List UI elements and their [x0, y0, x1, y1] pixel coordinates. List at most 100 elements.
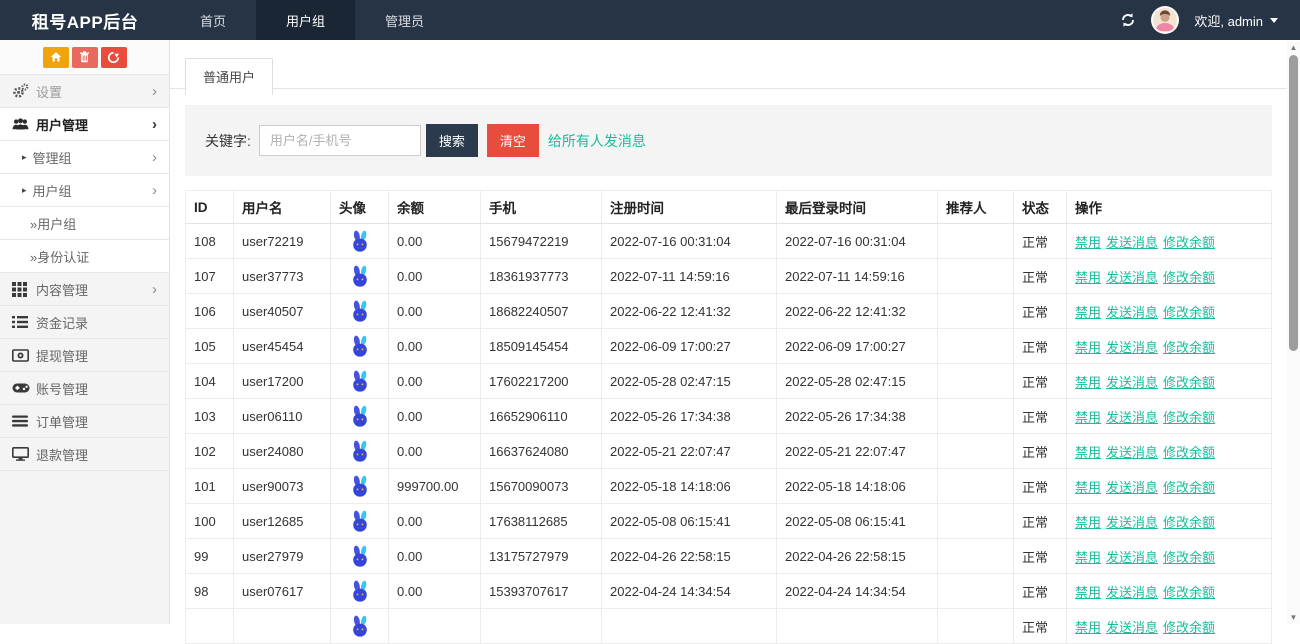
rabbit-avatar[interactable]	[349, 407, 371, 422]
modify-balance-link[interactable]: 修改余额	[1163, 340, 1215, 355]
sidebar-item-user-group-sub[interactable]: »用户组	[0, 207, 169, 240]
table-row: 99user279790.00131757279792022-04-26 22:…	[186, 539, 1272, 574]
vertical-scrollbar[interactable]: ▲ ▼	[1287, 41, 1300, 624]
rabbit-avatar[interactable]	[349, 512, 371, 527]
send-message-link[interactable]: 发送消息	[1106, 305, 1158, 320]
send-message-link[interactable]: 发送消息	[1106, 235, 1158, 250]
scroll-up-arrow[interactable]: ▲	[1287, 41, 1300, 54]
user-avatar[interactable]	[1151, 6, 1179, 34]
disable-link[interactable]: 禁用	[1075, 585, 1101, 600]
modify-balance-link[interactable]: 修改余额	[1163, 585, 1215, 600]
table-row: 98user076170.00153937076172022-04-24 14:…	[186, 574, 1272, 609]
sidebar-item-user-group[interactable]: ▸用户组›	[0, 174, 169, 207]
search-input[interactable]	[259, 125, 421, 156]
rabbit-avatar[interactable]	[349, 232, 371, 247]
modify-balance-link[interactable]: 修改余额	[1163, 620, 1215, 635]
cell-avatar	[331, 399, 389, 434]
disable-link[interactable]: 禁用	[1075, 515, 1101, 530]
rabbit-avatar[interactable]	[349, 442, 371, 457]
rabbit-avatar[interactable]	[349, 337, 371, 352]
sidebar-item-fund-records[interactable]: 资金记录	[0, 306, 169, 339]
disable-link[interactable]: 禁用	[1075, 340, 1101, 355]
modify-balance-link[interactable]: 修改余额	[1163, 550, 1215, 565]
welcome-text[interactable]: 欢迎, admin	[1194, 11, 1278, 30]
users-table-wrap: ID用户名头像余额手机注册时间最后登录时间推荐人状态操作 108user7221…	[185, 190, 1272, 644]
sidebar-item-withdrawal-management[interactable]: 提现管理	[0, 339, 169, 372]
modify-balance-link[interactable]: 修改余额	[1163, 270, 1215, 285]
rabbit-avatar[interactable]	[349, 267, 371, 282]
rabbit-avatar[interactable]	[349, 302, 371, 317]
sidebar-item-content-management[interactable]: 内容管理›	[0, 273, 169, 306]
cell-ops: 禁用发送消息修改余额	[1067, 329, 1272, 364]
disable-link[interactable]: 禁用	[1075, 410, 1101, 425]
disable-link[interactable]: 禁用	[1075, 270, 1101, 285]
broadcast-message-link[interactable]: 给所有人发消息	[548, 131, 646, 151]
chevron-right-icon: ›	[152, 117, 157, 132]
send-message-link[interactable]: 发送消息	[1106, 515, 1158, 530]
tab-normal-users[interactable]: 普通用户	[185, 58, 273, 95]
sidebar-item-refund-management[interactable]: 退款管理	[0, 438, 169, 471]
cell-username: user07617	[234, 574, 331, 609]
modify-balance-link[interactable]: 修改余额	[1163, 410, 1215, 425]
recycle-icon[interactable]	[101, 47, 127, 68]
scrollbar-thumb[interactable]	[1289, 55, 1298, 351]
modify-balance-link[interactable]: 修改余额	[1163, 235, 1215, 250]
scroll-down-arrow[interactable]: ▼	[1287, 611, 1300, 624]
chevron-down-icon	[1270, 18, 1278, 23]
rabbit-avatar[interactable]	[349, 547, 371, 562]
send-message-link[interactable]: 发送消息	[1106, 270, 1158, 285]
modify-balance-link[interactable]: 修改余额	[1163, 445, 1215, 460]
disable-link[interactable]: 禁用	[1075, 550, 1101, 565]
send-message-link[interactable]: 发送消息	[1106, 480, 1158, 495]
modify-balance-link[interactable]: 修改余额	[1163, 480, 1215, 495]
nav-tab-administrator[interactable]: 管理员	[355, 0, 454, 40]
sidebar: 设置›用户管理›▸管理组›▸用户组› »用户组 »身份认证内容管理›资金记录提现管理…	[0, 40, 170, 624]
disable-link[interactable]: 禁用	[1075, 620, 1101, 635]
nav-tab-user-group[interactable]: 用户组	[256, 0, 355, 40]
modify-balance-link[interactable]: 修改余额	[1163, 305, 1215, 320]
chevron-right-icon: ›	[152, 282, 157, 297]
table-row: 105user454540.00185091454542022-06-09 17…	[186, 329, 1272, 364]
modify-balance-link[interactable]: 修改余额	[1163, 515, 1215, 530]
cell-id: 105	[186, 329, 234, 364]
sidebar-item-identity-auth[interactable]: »身份认证	[0, 240, 169, 273]
disable-link[interactable]: 禁用	[1075, 375, 1101, 390]
sidebar-item-user-management[interactable]: 用户管理›	[0, 108, 169, 141]
search-button[interactable]: 搜索	[426, 124, 478, 157]
sidebar-item-label: »用户组	[30, 214, 76, 233]
sidebar-item-settings[interactable]: 设置›	[0, 75, 169, 108]
home-icon[interactable]	[43, 47, 69, 68]
cell-status: 正常	[1014, 609, 1067, 644]
disable-link[interactable]: 禁用	[1075, 480, 1101, 495]
rabbit-avatar[interactable]	[349, 372, 371, 387]
trash-icon[interactable]	[72, 47, 98, 68]
rabbit-avatar[interactable]	[349, 477, 371, 492]
cell-referrer	[938, 224, 1014, 259]
column-header: 手机	[481, 191, 602, 224]
rabbit-avatar[interactable]	[349, 582, 371, 597]
disable-link[interactable]: 禁用	[1075, 305, 1101, 320]
clear-button[interactable]: 清空	[487, 124, 539, 157]
cell-reg_time: 2022-04-26 22:58:15	[602, 539, 777, 574]
send-message-link[interactable]: 发送消息	[1106, 620, 1158, 635]
send-message-link[interactable]: 发送消息	[1106, 410, 1158, 425]
send-message-link[interactable]: 发送消息	[1106, 445, 1158, 460]
disable-link[interactable]: 禁用	[1075, 235, 1101, 250]
modify-balance-link[interactable]: 修改余额	[1163, 375, 1215, 390]
cell-reg_time: 2022-05-08 06:15:41	[602, 504, 777, 539]
cell-referrer	[938, 364, 1014, 399]
nav-tab-home[interactable]: 首页	[170, 0, 256, 40]
send-message-link[interactable]: 发送消息	[1106, 550, 1158, 565]
send-message-link[interactable]: 发送消息	[1106, 585, 1158, 600]
send-message-link[interactable]: 发送消息	[1106, 375, 1158, 390]
refresh-icon[interactable]	[1120, 12, 1136, 28]
chevron-right-icon: ›	[152, 84, 157, 99]
fund-records-icon	[12, 315, 36, 329]
disable-link[interactable]: 禁用	[1075, 445, 1101, 460]
sidebar-item-order-management[interactable]: 订单管理	[0, 405, 169, 438]
sidebar-item-admin-group[interactable]: ▸管理组›	[0, 141, 169, 174]
send-message-link[interactable]: 发送消息	[1106, 340, 1158, 355]
column-header: ID	[186, 191, 234, 224]
sidebar-item-account-management[interactable]: 账号管理	[0, 372, 169, 405]
rabbit-avatar[interactable]	[349, 617, 371, 632]
